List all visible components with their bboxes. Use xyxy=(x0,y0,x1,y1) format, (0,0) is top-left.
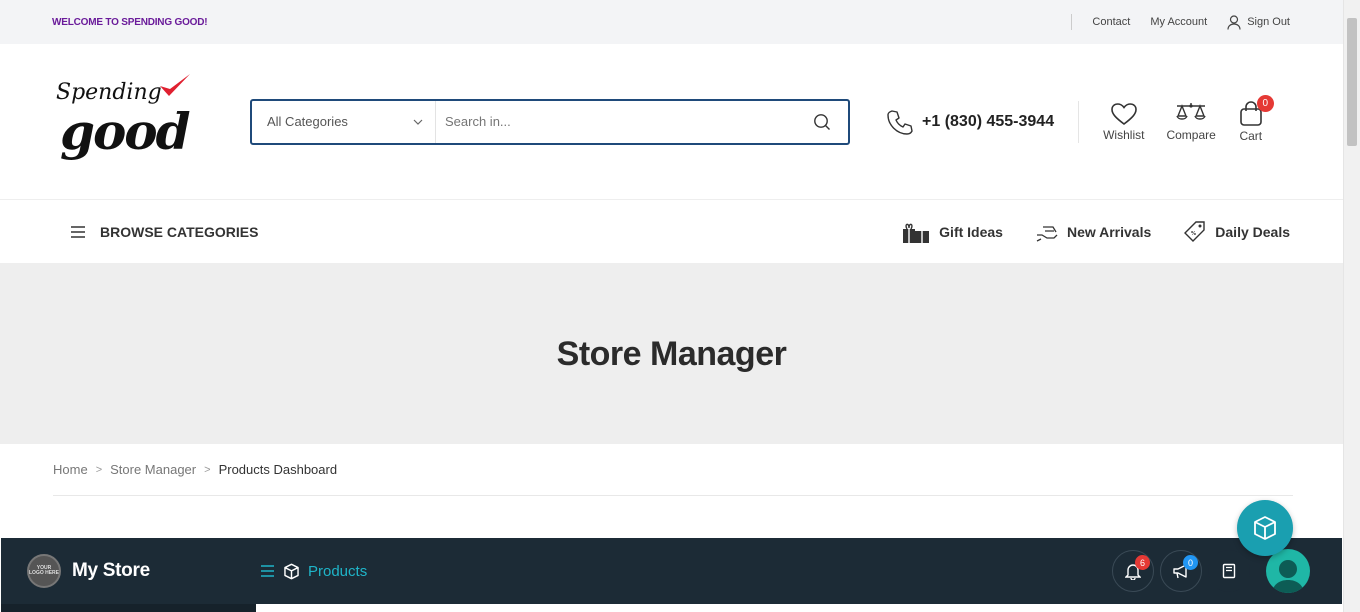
top-links: Contact My Account Sign Out xyxy=(1071,14,1290,30)
header-icons: Wishlist Compare 0 Cart xyxy=(1103,94,1274,143)
breadcrumb: Home > Store Manager > Products Dashboar… xyxy=(53,444,1293,496)
products-section[interactable]: Products xyxy=(260,538,367,604)
menu-icon xyxy=(71,225,85,238)
page-hero: Store Manager xyxy=(0,264,1343,444)
search-bar: All Categories xyxy=(250,98,850,145)
breadcrumb-store-manager[interactable]: Store Manager xyxy=(110,462,196,477)
cart-count-badge: 0 xyxy=(1256,94,1274,112)
new-arrivals-link[interactable]: New Arrivals xyxy=(1035,221,1151,243)
search-button[interactable] xyxy=(796,101,848,143)
logo-text-good: good xyxy=(60,101,191,161)
contact-link[interactable]: Contact xyxy=(1092,16,1130,28)
store-brand[interactable]: YOUR LOGO HERE My Store xyxy=(1,538,256,604)
search-icon xyxy=(814,113,830,130)
cube-icon xyxy=(284,563,299,579)
chevron-right-icon: > xyxy=(204,463,211,476)
book-icon xyxy=(1222,563,1236,579)
store-logo: YOUR LOGO HERE xyxy=(27,554,61,588)
wishlist-button[interactable]: Wishlist xyxy=(1103,102,1144,142)
heart-icon xyxy=(1110,102,1137,125)
page: WELCOME TO SPENDING GOOD! Contact My Acc… xyxy=(0,0,1343,612)
menu-icon[interactable] xyxy=(260,565,275,577)
cube-icon xyxy=(1254,516,1276,540)
header: Spending good All Categories +1 (830) 45… xyxy=(0,44,1343,200)
notifications-badge: 6 xyxy=(1135,555,1150,570)
knowledgebase-button[interactable] xyxy=(1208,550,1250,592)
site-logo[interactable]: Spending good xyxy=(54,72,194,172)
new-arrivals-label: New Arrivals xyxy=(1066,223,1152,240)
sidebar-strip xyxy=(1,604,256,612)
store-name: My Store xyxy=(72,560,150,581)
search-input[interactable] xyxy=(436,100,796,143)
browse-categories-label: BROWSE CATEGORIES xyxy=(100,223,259,240)
user-icon xyxy=(1227,14,1241,30)
cart-button[interactable]: 0 Cart xyxy=(1238,94,1274,143)
category-select[interactable]: All Categories xyxy=(252,100,436,143)
chevron-down-icon xyxy=(413,119,423,125)
announcements-button[interactable]: 0 xyxy=(1160,550,1202,592)
products-label: Products xyxy=(308,562,368,580)
divider xyxy=(1071,14,1073,30)
cart-label: Cart xyxy=(1239,128,1263,143)
category-select-value: All Categories xyxy=(267,114,348,129)
notifications-button[interactable]: 6 xyxy=(1112,550,1154,592)
scrollbar-thumb[interactable] xyxy=(1347,18,1357,146)
scale-icon xyxy=(1176,102,1206,120)
person-icon xyxy=(1272,560,1304,593)
chevron-right-icon: > xyxy=(95,463,103,476)
main-nav: BROWSE CATEGORIES Gift Ideas New Arrival… xyxy=(0,200,1343,264)
phone-number-text: +1 (830) 455-3944 xyxy=(922,112,1055,130)
daily-deals-link[interactable]: % Daily Deals xyxy=(1183,220,1290,244)
breadcrumb-current: Products Dashboard xyxy=(218,462,338,477)
content-strip xyxy=(256,604,1342,612)
delivery-hand-icon xyxy=(1036,225,1058,242)
nav-links: Gift Ideas New Arrivals % Daily Deals xyxy=(901,220,1290,244)
checkmark-icon xyxy=(160,73,190,96)
welcome-message: WELCOME TO SPENDING GOOD! xyxy=(52,16,208,28)
gift-ideas-link[interactable]: Gift Ideas xyxy=(901,220,1003,244)
announcements-badge: 0 xyxy=(1183,555,1198,570)
breadcrumb-home[interactable]: Home xyxy=(53,462,88,477)
scrollbar[interactable] xyxy=(1343,0,1360,612)
page-title: Store Manager xyxy=(556,334,787,373)
gift-icon xyxy=(903,223,930,243)
wishlist-label: Wishlist xyxy=(1103,127,1145,142)
phone-icon xyxy=(887,109,913,135)
floating-product-button[interactable] xyxy=(1237,500,1293,556)
browse-categories-button[interactable]: BROWSE CATEGORIES xyxy=(70,224,258,240)
phone-number[interactable]: +1 (830) 455-3944 xyxy=(886,100,1080,143)
gift-ideas-label: Gift Ideas xyxy=(939,223,1003,240)
svg-text:%: % xyxy=(1191,231,1196,237)
sign-out-link[interactable]: Sign Out xyxy=(1227,14,1290,30)
dashbar-actions: 6 0 xyxy=(1112,538,1342,604)
daily-deals-label: Daily Deals xyxy=(1215,223,1290,240)
user-avatar[interactable] xyxy=(1266,549,1310,593)
compare-button[interactable]: Compare xyxy=(1166,102,1216,142)
top-bar: WELCOME TO SPENDING GOOD! Contact My Acc… xyxy=(0,0,1343,44)
price-tag-icon: % xyxy=(1184,220,1205,242)
compare-label: Compare xyxy=(1166,127,1216,142)
my-account-link[interactable]: My Account xyxy=(1150,16,1207,28)
sign-out-label: Sign Out xyxy=(1247,16,1290,28)
store-manager-bar: YOUR LOGO HERE My Store Products 6 0 xyxy=(1,538,1342,612)
